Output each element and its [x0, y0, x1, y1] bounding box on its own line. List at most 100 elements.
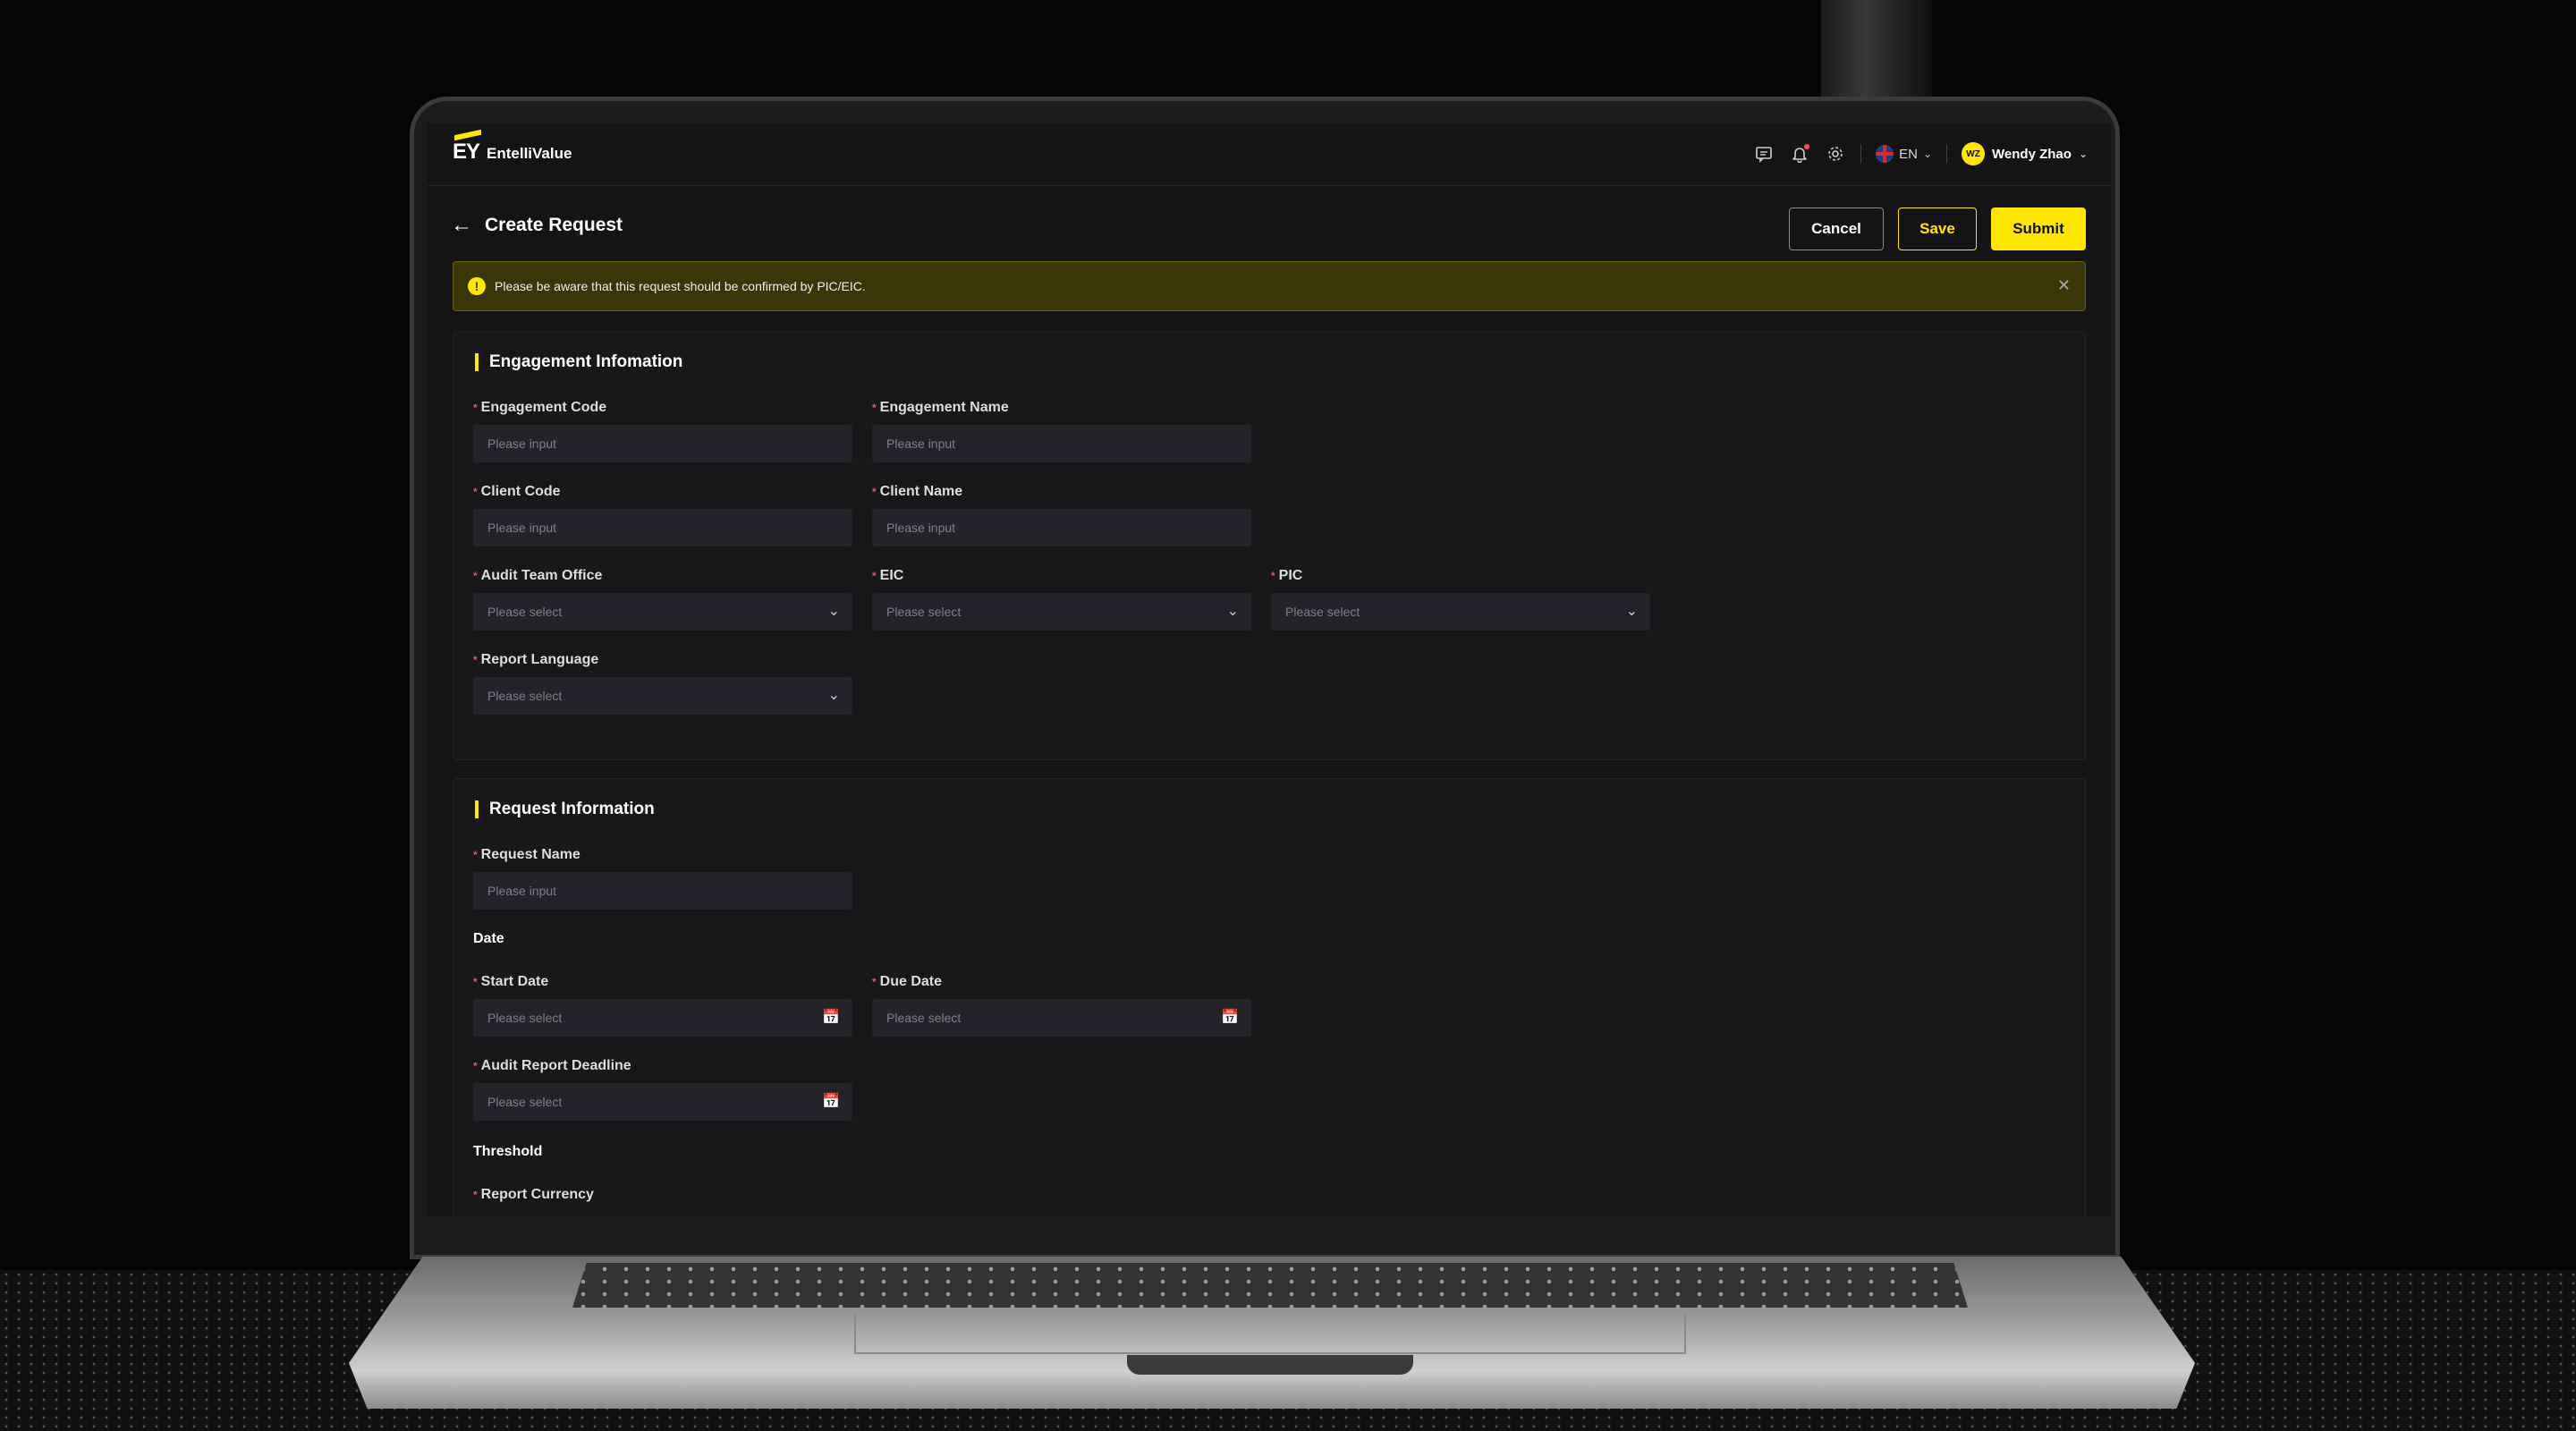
request-name-input[interactable]: Please input [473, 872, 852, 910]
required-mark: * [1271, 570, 1275, 582]
laptop-notch [1127, 1355, 1413, 1375]
required-mark: * [473, 486, 478, 498]
label-text: EIC [879, 568, 904, 583]
placeholder: Please input [487, 521, 557, 535]
app-name: EntelliValue [487, 145, 572, 162]
field-label: * Client Name [872, 482, 1251, 502]
required-mark: * [473, 1189, 478, 1201]
placeholder: Please input [886, 436, 956, 451]
arrow-left-icon[interactable]: ← [451, 213, 472, 238]
date-heading: Date [473, 931, 504, 946]
due-date-picker[interactable]: Please select 📅 [872, 999, 1251, 1037]
threshold-heading: Threshold [473, 1144, 543, 1159]
start-date-picker[interactable]: Please select 📅 [473, 999, 852, 1037]
engagement-name-input[interactable]: Please input [872, 425, 1251, 462]
ey-logo-mark: EY [453, 140, 480, 164]
required-mark: * [872, 570, 877, 582]
label-text: Report Currency [480, 1187, 594, 1202]
report-language-select[interactable]: Please select ⌄ [473, 677, 852, 715]
calendar-icon: 📅 [822, 1010, 840, 1025]
client-name-input[interactable]: Please input [872, 509, 1251, 546]
language-selector[interactable]: EN ⌄ [1876, 145, 1932, 163]
user-menu[interactable]: WZ Wendy Zhao ⌄ [1962, 142, 2088, 165]
field-label: * Start Date [473, 972, 852, 992]
field-label: * Audit Report Deadline [473, 1056, 852, 1076]
label-text: Audit Report Deadline [480, 1058, 631, 1073]
label-text: Due Date [879, 974, 943, 989]
placeholder: Please select [886, 605, 962, 619]
label-text: Engagement Code [480, 400, 607, 415]
eic-field: * EIC Please select ⌄ [872, 566, 1251, 631]
field-label: * Report Language [473, 650, 852, 670]
required-mark: * [473, 1060, 478, 1072]
required-mark: * [872, 402, 877, 414]
notification-dot [1804, 144, 1810, 149]
message-icon[interactable] [1753, 143, 1775, 165]
label-text: Request Name [480, 847, 580, 862]
pic-select[interactable]: Please select ⌄ [1271, 593, 1650, 631]
placeholder: Please select [487, 1011, 563, 1025]
laptop-trackpad [854, 1313, 1686, 1354]
warning-alert: ! Please be aware that this request shou… [453, 261, 2086, 311]
bell-icon[interactable] [1789, 143, 1810, 165]
audit-team-office-select[interactable]: Please select ⌄ [473, 593, 852, 631]
placeholder: Please input [886, 521, 956, 535]
section-title: Engagement Infomation [475, 353, 682, 371]
chevron-down-icon: ⌄ [2078, 148, 2088, 160]
alert-text: Please be aware that this request should… [495, 279, 866, 293]
header-actions: Cancel Save Submit [1789, 207, 2086, 250]
label-text: Audit Team Office [480, 568, 603, 583]
language-label: EN [1899, 146, 1918, 162]
required-mark: * [473, 849, 478, 861]
placeholder: Please select [487, 689, 563, 703]
placeholder: Please input [487, 884, 557, 898]
required-mark: * [872, 486, 877, 498]
gear-icon[interactable] [1825, 143, 1846, 165]
page-header: ← Create Request Cancel Save Submit [428, 199, 2111, 252]
engagement-name-field: * Engagement Name Please input [872, 398, 1251, 462]
label-text: Client Name [879, 484, 963, 499]
laptop-keyboard [572, 1263, 1968, 1308]
engagement-code-field: * Engagement Code Please input [473, 398, 852, 462]
label-text: Report Language [480, 652, 599, 667]
field-label: * Audit Team Office [473, 566, 852, 586]
top-right-tools: EN ⌄ WZ Wendy Zhao ⌄ [1753, 140, 2088, 168]
calendar-icon: 📅 [822, 1094, 840, 1109]
field-label: * Engagement Code [473, 398, 852, 418]
audit-report-deadline-picker[interactable]: Please select 📅 [473, 1083, 852, 1121]
uk-flag-icon [1876, 145, 1894, 163]
chevron-down-icon: ⌄ [827, 604, 840, 619]
client-code-input[interactable]: Please input [473, 509, 852, 546]
chevron-down-icon: ⌄ [1226, 604, 1239, 619]
app-logo[interactable]: EY EntelliValue [453, 140, 572, 165]
cancel-button[interactable]: Cancel [1789, 207, 1884, 250]
field-label: * EIC [872, 566, 1251, 586]
app-screen: EY EntelliValue EN ⌄ WZ Wendy Zhao ⌄ ← C… [428, 123, 2111, 1216]
pic-field: * PIC Please select ⌄ [1271, 566, 1650, 631]
monitor-stand [1821, 0, 1932, 98]
submit-button[interactable]: Submit [1991, 207, 2086, 250]
toolbar-divider [1946, 144, 1948, 164]
placeholder: Please select [487, 1095, 563, 1109]
close-icon[interactable]: ✕ [2057, 276, 2071, 295]
warning-icon: ! [468, 277, 486, 295]
engagement-code-input[interactable]: Please input [473, 425, 852, 462]
save-button[interactable]: Save [1898, 207, 1977, 250]
chevron-down-icon: ⌄ [1922, 148, 1933, 160]
field-label: * Due Date [872, 972, 1251, 992]
field-label: * Request Name [473, 845, 852, 865]
calendar-icon: 📅 [1221, 1010, 1239, 1025]
placeholder: Please input [487, 436, 557, 451]
required-mark: * [473, 976, 478, 988]
top-bar: EY EntelliValue EN ⌄ WZ Wendy Zhao ⌄ [428, 123, 2111, 186]
eic-select[interactable]: Please select ⌄ [872, 593, 1251, 631]
label-text: PIC [1278, 568, 1303, 583]
client-code-field: * Client Code Please input [473, 482, 852, 546]
report-currency-field: * Report Currency [473, 1185, 852, 1205]
field-label: * PIC [1271, 566, 1650, 586]
label-text: Engagement Name [879, 400, 1009, 415]
user-name: Wendy Zhao [1992, 146, 2072, 162]
start-date-field: * Start Date Please select 📅 [473, 972, 852, 1037]
placeholder: Please select [1285, 605, 1360, 619]
audit-team-office-field: * Audit Team Office Please select ⌄ [473, 566, 852, 631]
